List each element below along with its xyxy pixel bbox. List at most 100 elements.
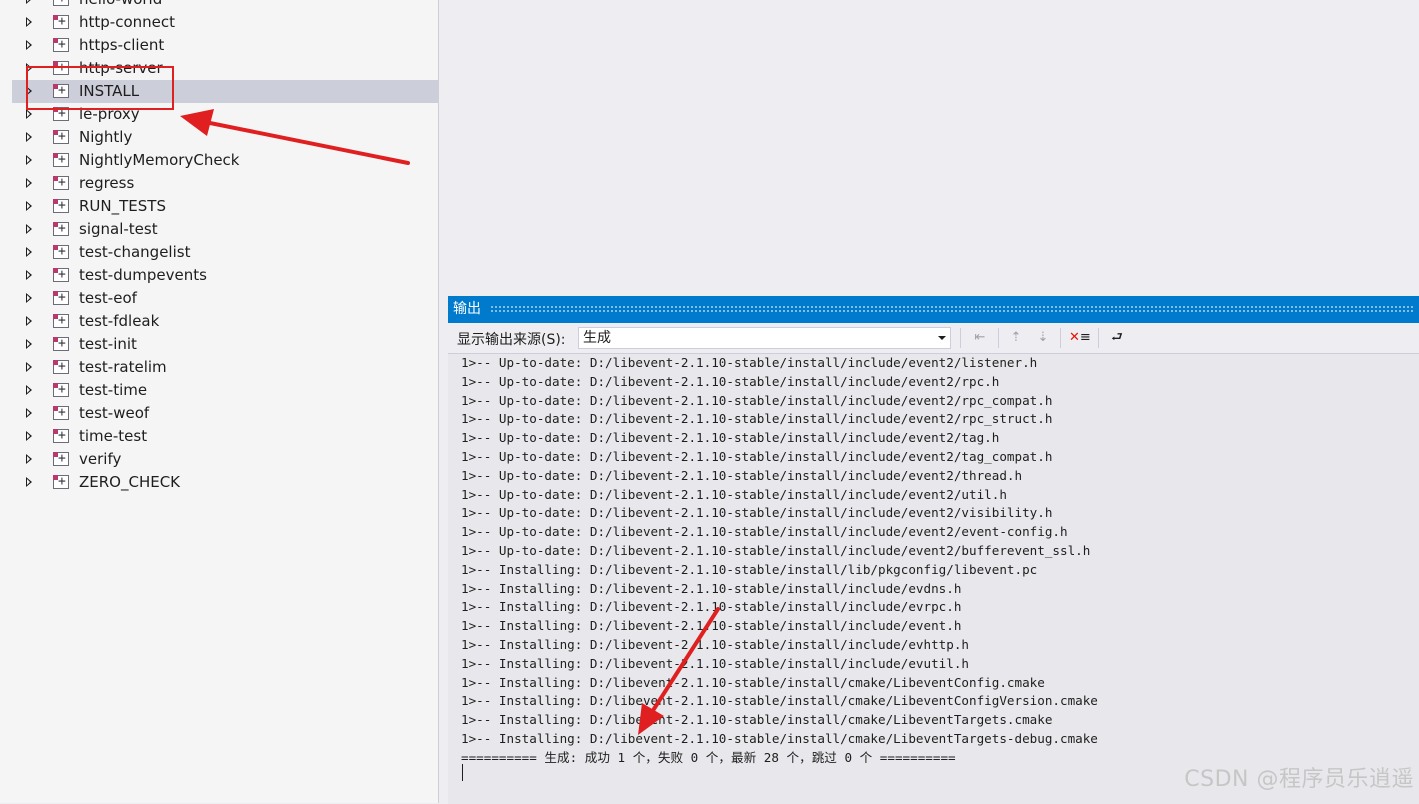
tree-item[interactable]: time-test xyxy=(0,424,438,448)
project-icon xyxy=(53,0,69,10)
expand-arrow-icon[interactable] xyxy=(26,477,32,487)
project-icon xyxy=(53,378,69,401)
tree-item[interactable]: verify xyxy=(0,447,438,471)
tree-item[interactable]: test-eof xyxy=(0,286,438,310)
tree-item-label: NightlyMemoryCheck xyxy=(79,151,240,169)
output-line: 1>-- Installing: D:/libevent-2.1.10-stab… xyxy=(461,636,969,652)
project-icon xyxy=(53,194,69,217)
tree-item[interactable]: test-init xyxy=(0,332,438,356)
output-line: 1>-- Up-to-date: D:/libevent-2.1.10-stab… xyxy=(461,524,1068,540)
output-title: 输出 xyxy=(453,301,481,317)
output-line: 1>-- Up-to-date: D:/libevent-2.1.10-stab… xyxy=(461,392,1053,408)
expand-arrow-icon[interactable] xyxy=(26,0,32,4)
project-icon xyxy=(53,401,69,424)
output-line: 1>-- Installing: D:/libevent-2.1.10-stab… xyxy=(461,712,1053,728)
expand-arrow-icon[interactable] xyxy=(26,201,32,211)
word-wrap-icon[interactable]: ⮐ xyxy=(1107,328,1127,348)
solution-explorer: hello-worldhttp-connecthttps-clienthttp-… xyxy=(0,0,439,803)
source-label: 显示输出来源(S): xyxy=(457,332,566,348)
text-caret xyxy=(462,764,463,781)
tree-item[interactable]: NightlyMemoryCheck xyxy=(0,148,438,172)
tree-item-label: test-eof xyxy=(79,289,137,307)
expand-arrow-icon[interactable] xyxy=(26,40,32,50)
expand-arrow-icon[interactable] xyxy=(26,247,32,257)
tree-item[interactable]: test-fdleak xyxy=(0,309,438,333)
expand-arrow-icon[interactable] xyxy=(26,270,32,280)
tree-item-label: hello-world xyxy=(79,0,162,11)
toolbar-separator xyxy=(1060,328,1061,348)
expand-arrow-icon[interactable] xyxy=(26,155,32,165)
tree-item-label: signal-test xyxy=(79,220,158,238)
expand-arrow-icon[interactable] xyxy=(26,385,32,395)
output-line: 1>-- Up-to-date: D:/libevent-2.1.10-stab… xyxy=(461,430,1000,446)
tree-item[interactable]: signal-test xyxy=(0,217,438,241)
tree-item-label: test-init xyxy=(79,335,137,353)
expand-arrow-icon[interactable] xyxy=(26,178,32,188)
tree-item[interactable]: test-weof xyxy=(0,401,438,425)
tree-item-label: verify xyxy=(79,450,122,468)
output-line: 1>-- Installing: D:/libevent-2.1.10-stab… xyxy=(461,599,962,615)
output-titlebar[interactable]: 输出 xyxy=(448,296,1419,323)
tree-item[interactable]: Nightly xyxy=(0,125,438,149)
expand-arrow-icon[interactable] xyxy=(26,293,32,303)
tree-item-label: test-fdleak xyxy=(79,312,160,330)
source-select[interactable]: 生成 xyxy=(578,327,951,349)
tree-item[interactable]: test-ratelim xyxy=(0,355,438,379)
project-icon xyxy=(53,470,69,493)
output-line: 1>-- Installing: D:/libevent-2.1.10-stab… xyxy=(461,580,962,596)
project-icon xyxy=(53,171,69,194)
tree-item[interactable]: test-changelist xyxy=(0,240,438,264)
tree-item[interactable]: regress xyxy=(0,171,438,195)
tree-item[interactable]: test-dumpevents xyxy=(0,263,438,287)
prev-message-icon[interactable]: ⇡ xyxy=(1006,328,1026,348)
toolbar-separator xyxy=(1098,328,1099,348)
expand-arrow-icon[interactable] xyxy=(26,316,32,326)
tree-item[interactable]: test-time xyxy=(0,378,438,402)
go-to-line-icon[interactable]: ⇤ xyxy=(970,328,990,348)
output-line: 1>-- Up-to-date: D:/libevent-2.1.10-stab… xyxy=(461,542,1091,558)
tree-item[interactable]: https-client xyxy=(0,33,438,57)
source-select-value: 生成 xyxy=(583,330,611,346)
watermark: CSDN @程序员乐逍遥 xyxy=(1184,767,1414,792)
tree-item-label: regress xyxy=(79,174,135,192)
tree-item[interactable]: http-connect xyxy=(0,10,438,34)
expand-arrow-icon[interactable] xyxy=(26,408,32,418)
toolbar-separator xyxy=(960,328,961,348)
next-message-icon[interactable]: ⇣ xyxy=(1033,328,1053,348)
project-icon xyxy=(53,447,69,470)
expand-arrow-icon[interactable] xyxy=(26,362,32,372)
output-line: 1>-- Installing: D:/libevent-2.1.10-stab… xyxy=(461,561,1038,577)
project-icon xyxy=(53,355,69,378)
tree-item-label: test-ratelim xyxy=(79,358,167,376)
tree-item-label: test-weof xyxy=(79,404,150,422)
project-icon xyxy=(53,10,69,33)
output-window: 输出 显示输出来源(S): 生成 ⇤ ⇡ ⇣ ✕≡ ⮐ 1>-- Up-to-d… xyxy=(448,296,1419,804)
output-line: 1>-- Up-to-date: D:/libevent-2.1.10-stab… xyxy=(461,486,1007,502)
tree-item-label: test-time xyxy=(79,381,148,399)
tree-item[interactable]: RUN_TESTS xyxy=(0,194,438,218)
tree-item-label: http-connect xyxy=(79,13,175,31)
output-line: 1>-- Up-to-date: D:/libevent-2.1.10-stab… xyxy=(461,355,1038,370)
titlebar-grip xyxy=(490,305,1415,313)
expand-arrow-icon[interactable] xyxy=(26,132,32,142)
output-toolbar: 显示输出来源(S): 生成 ⇤ ⇡ ⇣ ✕≡ ⮐ xyxy=(448,323,1419,353)
expand-arrow-icon[interactable] xyxy=(26,431,32,441)
output-line: 1>-- Up-to-date: D:/libevent-2.1.10-stab… xyxy=(461,373,1000,389)
output-line: 1>-- Up-to-date: D:/libevent-2.1.10-stab… xyxy=(461,505,1053,521)
expand-arrow-icon[interactable] xyxy=(26,109,32,119)
tree-item-label: https-client xyxy=(79,36,165,54)
clear-all-icon[interactable]: ✕≡ xyxy=(1069,328,1091,348)
toolbar-separator xyxy=(998,328,999,348)
expand-arrow-icon[interactable] xyxy=(26,17,32,27)
tree-item-label: RUN_TESTS xyxy=(79,197,166,215)
output-line: 1>-- Up-to-date: D:/libevent-2.1.10-stab… xyxy=(461,448,1053,464)
project-icon xyxy=(53,125,69,148)
expand-arrow-icon[interactable] xyxy=(26,454,32,464)
output-text-area[interactable]: 1>-- Up-to-date: D:/libevent-2.1.10-stab… xyxy=(448,353,1419,804)
project-icon xyxy=(53,148,69,171)
expand-arrow-icon[interactable] xyxy=(26,224,32,234)
expand-arrow-icon[interactable] xyxy=(26,339,32,349)
tree-item[interactable]: ZERO_CHECK xyxy=(0,470,438,494)
project-icon xyxy=(53,424,69,447)
chevron-down-icon[interactable] xyxy=(938,336,946,340)
